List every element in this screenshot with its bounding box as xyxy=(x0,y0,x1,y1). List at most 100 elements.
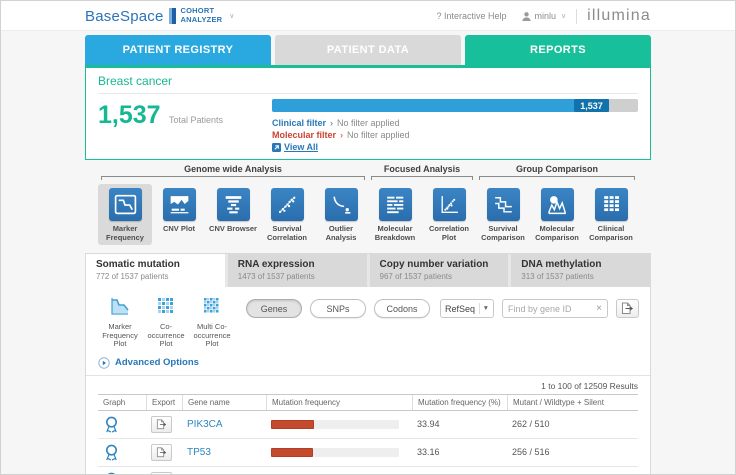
analysis-tool-survival-correlation[interactable]: Survival Correlation xyxy=(260,184,314,245)
mutation-pct: 33.94 xyxy=(412,419,507,429)
plot-tool-marker-frequency[interactable]: Marker Frequency Plot xyxy=(98,295,142,349)
col-mutation-frequency-pct: Mutation frequency (%) xyxy=(412,395,507,410)
plot-toolbar: Marker Frequency Plot Co- occurrence Plo… xyxy=(86,287,650,351)
refseq-select[interactable]: RefSeq ▼ xyxy=(440,299,494,318)
app-header: BaseSpace COHORT ANALYZER ∨ ? Interactiv… xyxy=(1,1,735,31)
gene-link[interactable]: TP53 xyxy=(187,447,211,458)
view-all-link[interactable]: View All xyxy=(284,142,318,152)
table-row: GATA3 10.49 81 / 691 xyxy=(98,467,638,475)
interactive-help-link[interactable]: ? Interactive Help xyxy=(436,11,506,21)
codons-button[interactable]: Codons xyxy=(374,299,430,318)
gene-link[interactable]: PIK3CA xyxy=(187,419,223,430)
tab-patient-data[interactable]: PATIENT DATA xyxy=(275,35,461,65)
tab-reports[interactable]: REPORTS xyxy=(465,35,651,65)
mutation-pct: 33.16 xyxy=(412,447,507,457)
histogram-circle-icon xyxy=(541,188,574,221)
user-chevron-down-icon: ∨ xyxy=(561,12,566,20)
tab-rna-expression[interactable]: RNA expression 1473 of 1537 patients xyxy=(228,254,367,287)
export-icon xyxy=(156,419,168,430)
group-bracket xyxy=(371,176,473,180)
export-row-button[interactable] xyxy=(151,416,172,433)
molecular-filter-status: No filter applied xyxy=(347,130,410,140)
page: BaseSpace COHORT ANALYZER ∨ ? Interactiv… xyxy=(0,0,736,475)
graph-icon[interactable] xyxy=(103,471,120,475)
mutation-frequency-bar xyxy=(271,448,399,457)
col-graph: Graph xyxy=(98,395,146,410)
brand: BaseSpace COHORT ANALYZER ∨ xyxy=(85,7,234,24)
select-divider xyxy=(479,303,480,314)
advanced-options-toggle[interactable]: Advanced Options xyxy=(86,351,650,376)
tab-dna-methylation[interactable]: DNA methylation 313 of 1537 patients xyxy=(511,254,650,287)
table-row: TP53 33.16 256 / 516 xyxy=(98,439,638,467)
export-table-button[interactable] xyxy=(616,299,639,318)
tab-patient-registry[interactable]: PATIENT REGISTRY xyxy=(85,35,271,65)
expand-icon xyxy=(98,357,110,369)
clear-icon[interactable]: × xyxy=(596,303,602,314)
basespace-logo: BaseSpace xyxy=(85,8,164,25)
group-label-focused: Focused Analysis xyxy=(368,164,476,174)
patient-progress-bar: 1,537 xyxy=(272,99,638,112)
export-icon xyxy=(156,447,168,458)
col-gene-name: Gene name xyxy=(182,395,266,410)
group-label-genome-wide: Genome wide Analysis xyxy=(98,164,368,174)
plot-tool-multi-co-occurrence[interactable]: Multi Co- occurrence Plot xyxy=(190,295,234,349)
group-label-comparison: Group Comparison xyxy=(476,164,638,174)
main-tabs: PATIENT REGISTRY PATIENT DATA REPORTS xyxy=(85,35,651,65)
group-bracket xyxy=(101,176,365,180)
mutant-ratio: 256 / 516 xyxy=(507,447,638,457)
table-row: PIK3CA 33.94 262 / 510 xyxy=(98,411,638,439)
scatter-axes-icon xyxy=(433,188,466,221)
analysis-tool-marker-frequency[interactable]: Marker Frequency xyxy=(98,184,152,245)
graph-icon[interactable] xyxy=(103,415,120,434)
tab-somatic-mutation[interactable]: Somatic mutation 772 of 1537 patients xyxy=(86,254,225,287)
progress-value-badge: 1,537 xyxy=(574,99,609,112)
analysis-tool-correlation-plot[interactable]: Correlation Plot xyxy=(422,184,476,245)
progress-fill: 1,537 xyxy=(272,99,609,112)
cohort-analyzer-label: COHORT ANALYZER xyxy=(181,7,223,24)
illumina-logo: illumina xyxy=(587,7,651,25)
cohort-title: Breast cancer xyxy=(98,74,638,94)
heatmap-rows-icon xyxy=(379,188,412,221)
cohort-panel: Breast cancer 1,537 Total Patients 1,537… xyxy=(85,65,651,160)
col-mutant-wildtype: Mutant / Wildtype + Silent xyxy=(507,395,638,410)
analysis-tool-cnv-browser[interactable]: CNV Browser xyxy=(206,184,260,245)
pixel-grid-icon xyxy=(155,295,177,317)
analysis-tool-molecular-comparison[interactable]: Molecular Comparison xyxy=(530,184,584,245)
scatter-trend-icon xyxy=(271,188,304,221)
user-menu[interactable]: minlu ∨ xyxy=(521,11,567,22)
analysis-tool-survival-comparison[interactable]: Survival Comparison xyxy=(476,184,530,245)
grid-table-icon xyxy=(595,188,628,221)
mutant-ratio: 262 / 510 xyxy=(507,419,638,429)
user-icon xyxy=(521,11,532,22)
clinical-filter-link[interactable]: Clinical filter xyxy=(272,118,326,128)
header-divider xyxy=(576,9,577,24)
cnv-plot-icon xyxy=(163,188,196,221)
molecular-filter-link[interactable]: Molecular filter xyxy=(272,130,336,140)
analysis-tool-clinical-comparison[interactable]: Clinical Comparison xyxy=(584,184,638,245)
graph-icon[interactable] xyxy=(103,443,120,462)
analysis-tool-outlier-analysis[interactable]: Outlier Analysis xyxy=(314,184,368,245)
plot-tool-co-occurrence[interactable]: Co- occurrence Plot xyxy=(144,295,188,349)
total-patients-label: Total Patients xyxy=(169,115,223,125)
gene-search-box: × xyxy=(502,299,608,318)
pixel-grid-multi-icon xyxy=(201,295,223,317)
tab-copy-number-variation[interactable]: Copy number variation 967 of 1537 patien… xyxy=(370,254,509,287)
report-panel: Somatic mutation 772 of 1537 patients RN… xyxy=(85,253,651,475)
table-header: Graph Export Gene name Mutation frequenc… xyxy=(98,394,638,411)
gene-table: Graph Export Gene name Mutation frequenc… xyxy=(98,394,638,475)
refseq-value: RefSeq xyxy=(445,304,475,314)
brand-chevron-down-icon[interactable]: ∨ xyxy=(229,12,234,20)
analysis-tool-molecular-breakdown[interactable]: Molecular Breakdown xyxy=(368,184,422,245)
gene-search-input[interactable] xyxy=(508,304,596,314)
genes-button[interactable]: Genes xyxy=(246,299,302,318)
survival-curves-icon xyxy=(487,188,520,221)
view-all-icon xyxy=(272,143,281,152)
analysis-toolbar: Marker Frequency CNV Plot CNV Browser Su… xyxy=(98,184,638,245)
analysis-tool-cnv-plot[interactable]: CNV Plot xyxy=(152,184,206,245)
analysis-groups: Genome wide Analysis Focused Analysis Gr… xyxy=(98,164,638,180)
arrow-right-icon: › xyxy=(340,130,343,140)
export-row-button[interactable] xyxy=(151,444,172,461)
brand-divider-bar xyxy=(169,8,176,24)
caret-down-icon: ▼ xyxy=(483,305,489,312)
snps-button[interactable]: SNPs xyxy=(310,299,366,318)
